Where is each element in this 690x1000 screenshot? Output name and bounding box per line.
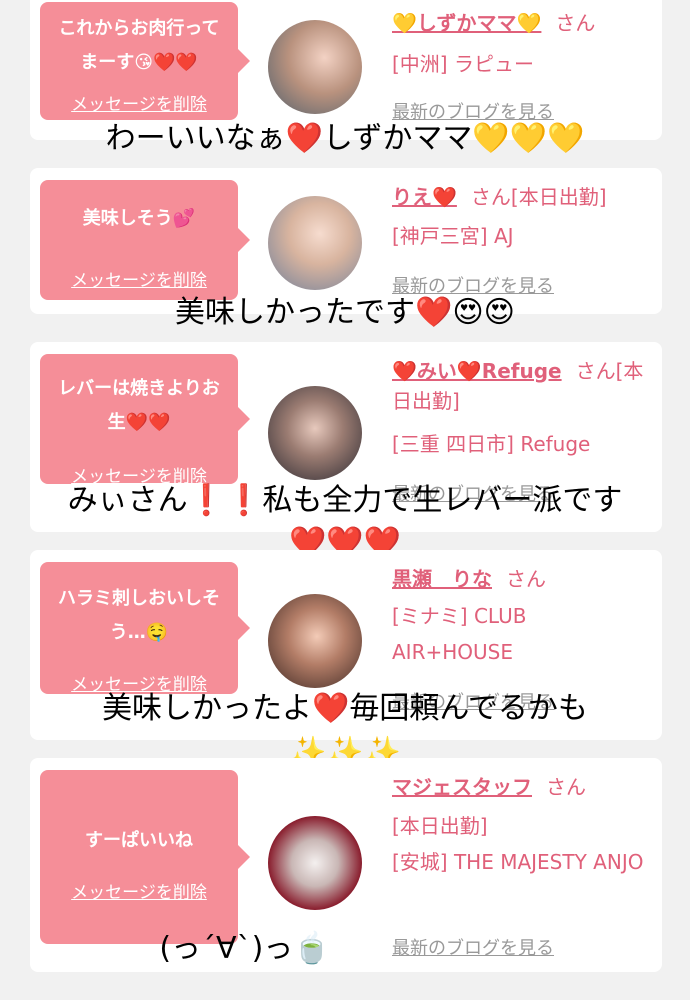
user-name: 💛しずかママ💛 さん [392, 8, 652, 38]
shop-location: [三重 四日市] Refuge [392, 432, 591, 456]
message-text: レバーは焼きよりお生❤️❤️ [58, 378, 220, 433]
avatar[interactable] [268, 20, 362, 114]
shop-location: [本日出勤] [安城] THE MAJESTY ANJO [392, 808, 652, 880]
user-name-link[interactable]: 💛しずかママ💛 [392, 11, 541, 35]
message-bubble: これからお肉行ってまーす😘❤️❤️ メッセージを削除 [40, 2, 250, 120]
message-text: すーぱいいね [85, 830, 193, 851]
avatar[interactable] [268, 386, 362, 480]
delete-message-link[interactable]: メッセージを削除 [40, 90, 238, 115]
avatar[interactable] [268, 816, 362, 910]
user-name-link[interactable]: マジェスタッフ [392, 775, 532, 799]
user-name-link[interactable]: りえ❤️ [392, 185, 457, 209]
shop-location: [中洲] ラピュー [392, 52, 534, 76]
message-bubble: レバーは焼きよりお生❤️❤️ メッセージを削除 [40, 354, 250, 487]
delete-message-link[interactable]: メッセージを削除 [40, 878, 238, 903]
delete-message-link[interactable]: メッセージを削除 [40, 266, 238, 291]
honorific: さん [470, 185, 511, 209]
overlay-comment: みぃさん❗❗私も全力で生レバー派です [67, 483, 623, 518]
honorific: さん [575, 359, 616, 383]
honorific: さん [555, 11, 596, 35]
work-status: [本日出勤] [392, 814, 488, 838]
overlay-comment: (っ´∀`)っ🍵 [159, 931, 331, 966]
user-name-link[interactable]: ❤️みい❤️Refuge [392, 359, 562, 383]
user-name: 黒瀬 りな さん [392, 564, 652, 594]
shop-location: [神戸三宮] AJ [392, 224, 514, 248]
work-status: [本日出勤] [510, 185, 607, 209]
user-name: マジェスタッフ さん [392, 772, 652, 802]
user-name-link[interactable]: 黒瀬 りな [392, 567, 492, 591]
shop-location: [ミナミ] CLUB AIR+HOUSE [392, 604, 527, 664]
message-text: これからお肉行ってまーす😘❤️❤️ [58, 18, 220, 73]
message-bubble: ハラミ刺しおいしそう…🤤 メッセージを削除 [40, 562, 250, 695]
overlay-comment: 美味しかったよ❤️毎回頼んでるかも [102, 691, 588, 726]
message-text: 美味しそう💕 [82, 208, 196, 229]
overlay-comment: 美味しかったです❤️😍😍 [175, 295, 515, 330]
user-name: ❤️みい❤️Refuge さん[本日出勤] [392, 356, 652, 416]
shop-location-text: [安城] THE MAJESTY ANJO [392, 850, 644, 874]
user-name: りえ❤️ さん[本日出勤] [392, 182, 652, 212]
avatar[interactable] [268, 594, 362, 688]
honorific: さん [506, 567, 546, 591]
overlay-comment: わーいいなぁ❤️しずかママ💛💛💛 [105, 121, 585, 156]
message-bubble: 美味しそう💕 メッセージを削除 [40, 180, 250, 300]
avatar[interactable] [268, 196, 362, 290]
message-text: ハラミ刺しおいしそう…🤤 [58, 588, 220, 643]
message-bubble: すーぱいいね メッセージを削除 [40, 770, 250, 944]
honorific: さん [546, 775, 586, 799]
